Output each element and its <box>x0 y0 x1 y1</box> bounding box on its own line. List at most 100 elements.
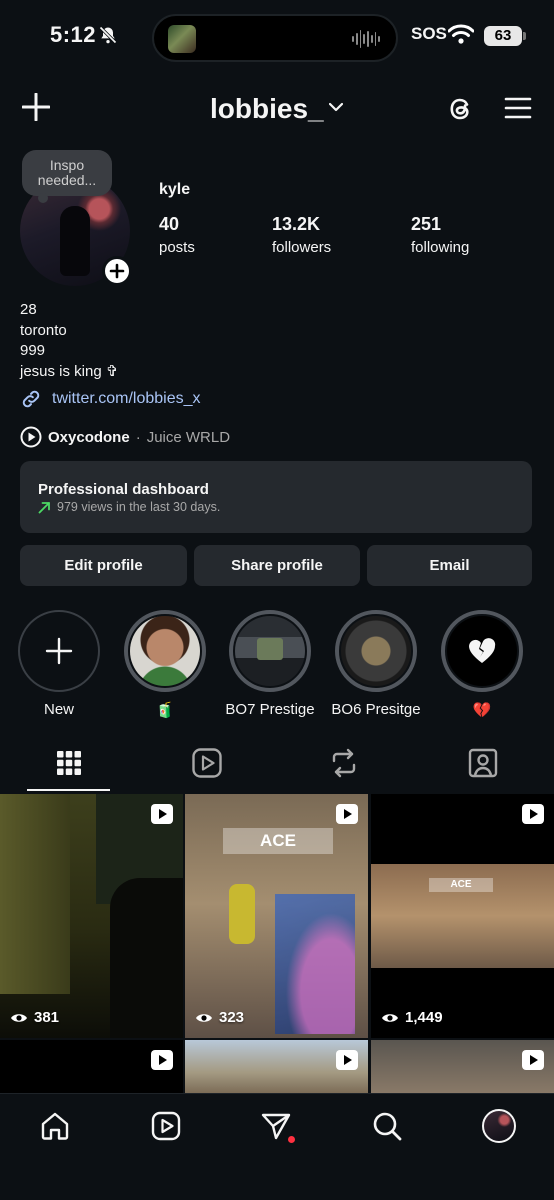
posts-grid: 381 ACE 323 ACE 1,449 <box>0 794 554 1094</box>
status-bar: 5:12 SOS 63 <box>0 0 554 74</box>
followers-count[interactable]: 13.2K followers <box>272 214 331 256</box>
reels-icon[interactable] <box>190 746 224 780</box>
highlight-label: BO7 Prestige <box>225 701 315 718</box>
grid-post[interactable]: ACE 323 <box>185 794 368 1038</box>
bio-line: 999 <box>20 342 46 359</box>
threads-icon[interactable] <box>446 94 476 124</box>
create-plus-icon[interactable] <box>22 93 50 121</box>
grid-post[interactable] <box>0 1040 183 1094</box>
menu-icon[interactable] <box>504 96 532 120</box>
profile-music[interactable]: Oxycodone · Juice WRLD <box>20 426 230 448</box>
link-icon <box>22 390 40 408</box>
notification-dot <box>288 1136 295 1143</box>
grid-post[interactable] <box>371 1040 554 1094</box>
home-icon[interactable] <box>39 1110 71 1142</box>
highlight-ring <box>441 610 523 692</box>
following-count[interactable]: 251 following <box>411 214 469 256</box>
sos-indicator: SOS <box>411 24 447 43</box>
audio-waveform-icon <box>352 29 380 49</box>
reel-badge-icon <box>151 1050 173 1070</box>
highlight-label: 💔 <box>472 702 492 719</box>
posts-label: posts <box>159 239 195 256</box>
following-label: following <box>411 239 470 256</box>
followers-label: followers <box>272 239 332 256</box>
status-time: 5:12 <box>50 22 97 47</box>
send-icon[interactable] <box>260 1110 292 1142</box>
bio-line: toronto <box>20 321 67 339</box>
bio-link[interactable]: twitter.com/lobbies_x <box>20 388 201 410</box>
grid-post[interactable] <box>185 1040 368 1094</box>
post-views-count: 1,449 <box>405 1009 443 1026</box>
highlight-bo7-prestige[interactable]: BO7 Prestige <box>225 610 315 718</box>
plus-icon <box>45 637 73 665</box>
song-title: Oxycodone <box>48 428 130 446</box>
highlight-ring <box>229 610 311 692</box>
grid-post[interactable]: 381 <box>0 794 183 1038</box>
edit-profile-button[interactable]: Edit profile <box>20 545 187 586</box>
grid-post[interactable]: ACE 1,449 <box>371 794 554 1038</box>
reel-badge-icon <box>522 804 544 824</box>
profile-username-switcher[interactable]: lobbies_ <box>210 93 324 125</box>
post-views: 1,449 <box>381 1009 443 1026</box>
display-name: kyle <box>159 181 191 198</box>
active-tab-indicator <box>27 789 110 791</box>
profile-note[interactable]: Inspo needed... <box>22 150 112 203</box>
wifi-icon <box>448 24 474 44</box>
highlight-bo6-prestige[interactable]: BO6 Presitge <box>331 610 421 718</box>
share-profile-button[interactable]: Share profile <box>194 545 360 586</box>
play-circle-icon <box>20 426 42 448</box>
search-icon[interactable] <box>371 1110 403 1142</box>
eye-icon <box>196 1013 212 1022</box>
song-artist: Juice WRLD <box>146 428 231 446</box>
reel-badge-icon <box>336 1050 358 1070</box>
broken-heart-icon <box>469 638 496 663</box>
repost-icon[interactable] <box>327 746 361 780</box>
profile-tab-avatar[interactable] <box>482 1109 516 1143</box>
highlight-ring <box>124 610 206 692</box>
reel-badge-icon <box>522 1050 544 1070</box>
grid-icon[interactable] <box>52 746 86 780</box>
bio: 28 toronto 999 jesus is king ✞ <box>20 300 118 382</box>
bottom-navigation <box>0 1093 554 1200</box>
bio-line: jesus is king ✞ <box>20 362 119 380</box>
highlight-new[interactable]: New <box>18 610 100 718</box>
dashboard-subtitle-row: 979 views in the last 30 days. <box>38 500 514 514</box>
chevron-down-icon[interactable] <box>329 102 343 112</box>
dashboard-subtitle: 979 views in the last 30 days. <box>57 500 221 514</box>
eye-icon <box>382 1013 398 1022</box>
highlight-label: New <box>43 701 74 718</box>
professional-dashboard[interactable]: Professional dashboard 979 views in the … <box>20 461 532 533</box>
dynamic-island[interactable] <box>152 14 398 62</box>
post-views-count: 381 <box>34 1009 60 1026</box>
add-story-plus-icon[interactable] <box>102 256 132 286</box>
posts-number: 40 <box>159 214 180 234</box>
reel-badge-icon <box>336 804 358 824</box>
post-views: 323 <box>195 1009 244 1026</box>
reels-icon[interactable] <box>150 1110 182 1142</box>
highlight-broken-heart[interactable]: 💔 <box>441 610 523 719</box>
highlight-label: BO6 Presitge <box>331 701 421 718</box>
highlight-label: 🧃 <box>155 702 175 719</box>
now-playing-artwork <box>168 25 196 53</box>
tagged-icon[interactable] <box>466 746 500 780</box>
bio-link-text[interactable]: twitter.com/lobbies_x <box>52 390 201 408</box>
email-button[interactable]: Email <box>367 545 532 586</box>
reel-badge-icon <box>151 804 173 824</box>
highlight-juice[interactable]: 🧃 <box>124 610 206 719</box>
bio-line: 28 <box>20 301 37 318</box>
battery-indicator: 63 <box>484 26 526 46</box>
ace-banner: ACE <box>429 878 493 892</box>
highlight-cover-image <box>341 616 411 686</box>
highlight-cover-image <box>447 616 517 686</box>
eye-icon <box>11 1013 27 1022</box>
post-views: 381 <box>10 1009 59 1026</box>
highlight-ring <box>18 610 100 692</box>
ace-banner: ACE <box>223 828 333 854</box>
posts-count[interactable]: 40 posts <box>159 214 195 256</box>
dashboard-title: Professional dashboard <box>38 481 209 498</box>
highlight-ring <box>335 610 417 692</box>
highlight-cover-image <box>235 616 305 686</box>
song-separator: · <box>135 428 141 446</box>
post-views-count: 323 <box>219 1009 245 1026</box>
trend-up-icon <box>38 501 50 513</box>
